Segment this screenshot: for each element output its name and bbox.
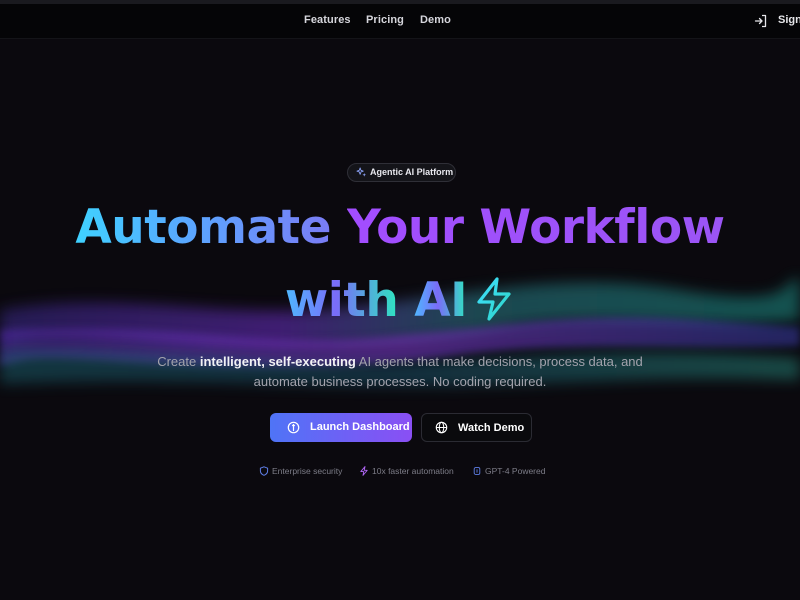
hero-subtext-line2: automate business processes. No coding r… xyxy=(253,374,547,389)
sign-in-icon[interactable] xyxy=(754,14,768,28)
hero-headline-line2: with AI xyxy=(0,276,800,324)
chip-icon xyxy=(473,467,481,475)
launch-dashboard-label: Launch Dashboard xyxy=(310,421,410,433)
feature-label: Enterprise security xyxy=(272,466,343,476)
headline-your-workflow: Your Workflow xyxy=(346,200,725,255)
subtext-prefix: Create xyxy=(157,354,200,369)
headline-word-automate: Automate xyxy=(75,200,332,255)
headline-ai: AI xyxy=(414,273,468,328)
sign-in-link[interactable]: Sign xyxy=(778,14,800,26)
lightning-bolt-icon xyxy=(477,277,511,321)
watch-demo-button[interactable]: Watch Demo xyxy=(421,413,532,442)
subtext-emphasis: intelligent, self-executing xyxy=(199,354,356,369)
subtext-suffix: AI agents that make decisions, process d… xyxy=(355,354,643,369)
top-navbar: Features Pricing Demo Sign xyxy=(0,4,800,39)
nav-link-demo[interactable]: Demo xyxy=(420,14,451,26)
compass-icon xyxy=(287,421,300,434)
badge-label: Agentic AI Platform xyxy=(370,167,454,177)
feature-label: 10x faster automation xyxy=(372,466,454,476)
zap-icon xyxy=(360,466,368,476)
launch-dashboard-button[interactable]: Launch Dashboard xyxy=(270,413,412,442)
nav-link-features[interactable]: Features xyxy=(304,14,351,26)
feature-label: GPT-4 Powered xyxy=(485,466,546,476)
platform-badge: Agentic AI Platform xyxy=(347,163,456,182)
landing-page: Features Pricing Demo Sign Agentic AI Pl… xyxy=(0,0,800,600)
hero-headline-line1: Automate Your Workflow xyxy=(0,204,800,251)
hero-subtext-line1: Create intelligent, self-executing AI ag… xyxy=(100,354,700,369)
headline-with: with xyxy=(284,273,399,328)
nav-link-pricing[interactable]: Pricing xyxy=(366,14,404,26)
sparkles-icon xyxy=(356,167,367,177)
globe-icon xyxy=(435,421,448,434)
watch-demo-label: Watch Demo xyxy=(458,422,525,434)
shield-icon xyxy=(259,466,269,476)
